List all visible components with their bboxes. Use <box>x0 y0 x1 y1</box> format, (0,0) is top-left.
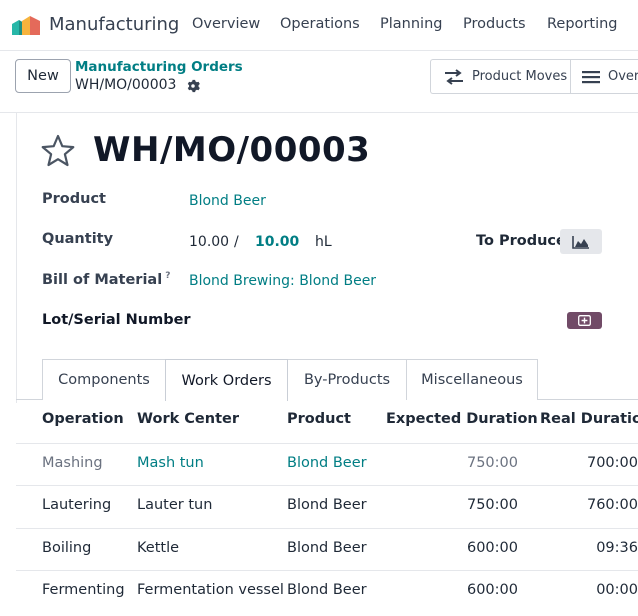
col-product[interactable]: Product <box>287 411 351 427</box>
cell-expected-duration: 600:00 <box>466 540 518 556</box>
cell-work-center: Fermentation vessel <box>137 582 284 598</box>
cell-real-duration: 09:36 <box>596 540 638 556</box>
tab-components[interactable]: Components <box>42 359 166 400</box>
arrows-icon <box>445 68 463 85</box>
new-button[interactable]: New <box>15 59 71 93</box>
table-row[interactable]: Lautering Lauter tun Blond Beer 750:00 7… <box>16 485 638 527</box>
cell-product[interactable]: Blond Beer <box>287 455 367 471</box>
gear-icon[interactable] <box>186 79 200 93</box>
product-field[interactable]: Blond Beer <box>189 193 266 209</box>
product-label: Product <box>42 191 106 207</box>
nav-overview[interactable]: Overview <box>192 16 260 32</box>
smart-buttons: Product Moves Overv <box>430 59 638 94</box>
quantity-target-field[interactable]: 10.00 <box>255 234 299 250</box>
to-produce-label: To Produce <box>476 233 566 249</box>
cell-product: Blond Beer <box>287 497 367 513</box>
quantity-label: Quantity <box>42 231 114 247</box>
cell-work-center: Kettle <box>137 540 180 556</box>
plus-icon <box>578 315 591 326</box>
cell-expected-duration: 750:00 <box>466 455 518 471</box>
bom-label: Bill of Material? <box>42 271 170 288</box>
quantity-uom: hL <box>315 234 332 250</box>
nav-reporting[interactable]: Reporting <box>547 16 618 32</box>
cell-operation: Mashing <box>42 455 103 471</box>
app-name[interactable]: Manufacturing <box>49 14 179 35</box>
bom-help-icon[interactable]: ? <box>165 271 170 281</box>
tab-work-orders[interactable]: Work Orders <box>165 359 288 401</box>
cell-product: Blond Beer <box>287 540 367 556</box>
col-operation[interactable]: Operation <box>42 411 124 427</box>
tab-miscellaneous[interactable]: Miscellaneous <box>406 359 538 400</box>
bom-field[interactable]: Blond Brewing: Blond Beer <box>189 273 376 289</box>
record-title: WH/MO/00003 <box>93 130 371 170</box>
product-moves-button[interactable]: Product Moves <box>443 60 567 93</box>
control-panel: New Manufacturing Orders WH/MO/00003 Pro… <box>0 51 638 113</box>
cell-operation: Lautering <box>42 497 112 513</box>
top-navbar: Manufacturing Overview Operations Planni… <box>0 0 638 51</box>
cell-expected-duration: 600:00 <box>466 582 518 598</box>
table-row[interactable]: Boiling Kettle Blond Beer 600:00 09:36 <box>16 528 638 570</box>
overview-button[interactable]: Overv <box>581 60 638 93</box>
sheet-edge <box>16 113 17 403</box>
breadcrumb-parent[interactable]: Manufacturing Orders <box>75 59 243 75</box>
nav-planning[interactable]: Planning <box>380 16 442 32</box>
bom-label-text: Bill of Material <box>42 271 163 288</box>
product-moves-label: Product Moves <box>472 69 568 84</box>
col-work-center[interactable]: Work Center <box>137 411 239 427</box>
cell-operation: Fermenting <box>42 582 125 598</box>
cell-work-center[interactable]: Mash tun <box>137 455 204 471</box>
nav-operations[interactable]: Operations <box>280 16 360 32</box>
forecast-chart-button[interactable] <box>560 229 602 254</box>
quantity-separator: / <box>234 234 239 250</box>
cell-product: Blond Beer <box>287 582 367 598</box>
manufacturing-logo-icon[interactable] <box>12 15 40 35</box>
star-icon[interactable] <box>41 134 75 168</box>
cell-real-duration: 700:00 <box>586 455 638 471</box>
cell-expected-duration: 750:00 <box>466 497 518 513</box>
nav-products[interactable]: Products <box>463 16 526 32</box>
tab-by-products[interactable]: By-Products <box>287 359 407 400</box>
overview-label: Overv <box>608 69 638 84</box>
breadcrumb-current: WH/MO/00003 <box>75 77 177 93</box>
col-real-duration[interactable]: Real Duration <box>540 411 638 427</box>
cell-real-duration: 760:00 <box>586 497 638 513</box>
table-row[interactable]: Mashing Mash tun Blond Beer 750:00 700:0… <box>16 443 638 485</box>
smart-separator <box>570 60 571 93</box>
lot-label: Lot/Serial Number <box>42 312 191 328</box>
col-expected-duration[interactable]: Expected Duration <box>386 411 538 427</box>
cell-real-duration: 00:00 <box>596 582 638 598</box>
quantity-produced: 10.00 <box>189 234 230 250</box>
cell-operation: Boiling <box>42 540 92 556</box>
area-chart-icon <box>572 235 589 249</box>
list-icon <box>582 70 600 83</box>
cell-work-center: Lauter tun <box>137 497 213 513</box>
lot-add-button[interactable] <box>567 312 602 329</box>
table-row[interactable]: Fermenting Fermentation vessel Blond Bee… <box>16 570 638 616</box>
